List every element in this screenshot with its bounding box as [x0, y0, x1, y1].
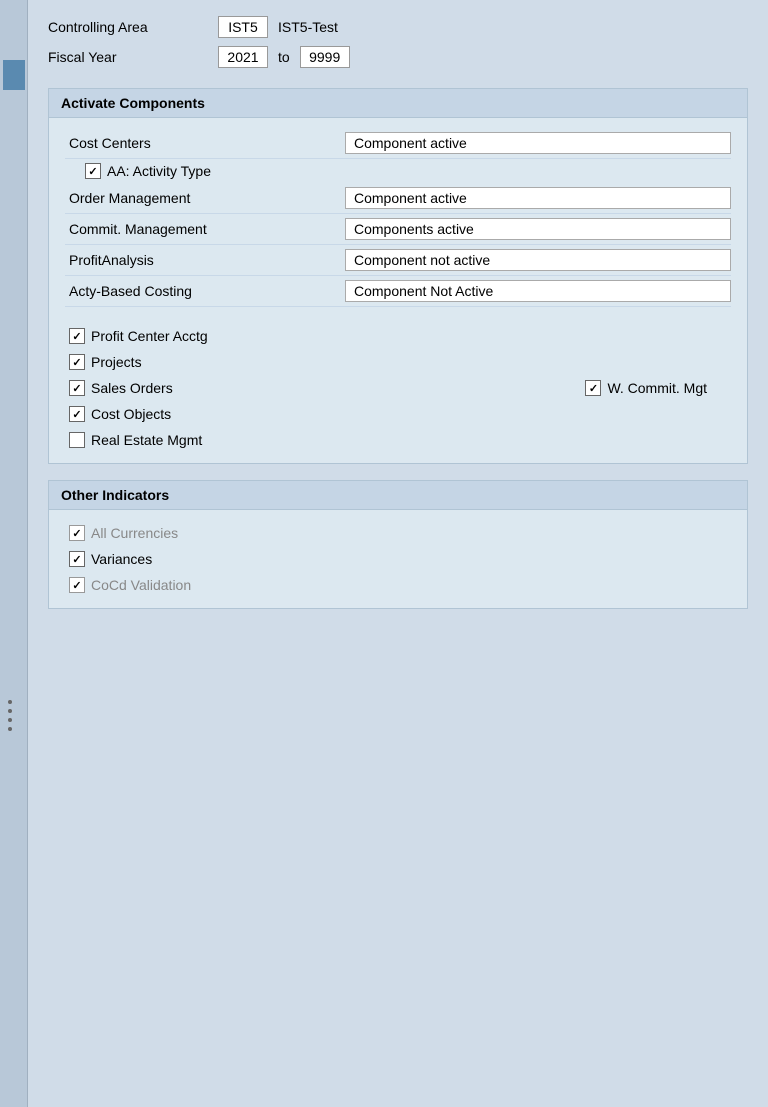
- dot-4: [8, 727, 12, 731]
- fiscal-year-from[interactable]: 2021: [218, 46, 268, 68]
- activate-components-section: Activate Components Cost Centers Compone…: [48, 88, 748, 464]
- projects-label: Projects: [91, 354, 142, 370]
- header-fields: Controlling Area IST5 IST5-Test Fiscal Y…: [48, 16, 748, 68]
- cocd-validation-checkbox[interactable]: [69, 577, 85, 593]
- aa-activity-row: AA: Activity Type: [65, 159, 731, 183]
- controlling-area-row: Controlling Area IST5 IST5-Test: [48, 16, 748, 38]
- checkboxes-area: Profit Center Acctg Projects Sales Order…: [65, 323, 731, 453]
- acty-based-costing-label: Acty-Based Costing: [65, 283, 345, 299]
- controlling-area-name: IST5-Test: [278, 19, 338, 35]
- cost-objects-label: Cost Objects: [91, 406, 171, 422]
- all-currencies-checkbox[interactable]: [69, 525, 85, 541]
- left-checkboxes: Profit Center Acctg Projects Sales Order…: [65, 323, 731, 453]
- cost-centers-status: Component active: [345, 132, 731, 154]
- real-estate-row: Real Estate Mgmt: [65, 427, 731, 453]
- all-currencies-label: All Currencies: [91, 525, 178, 541]
- w-commit-mgt-wrapper: W. Commit. Mgt: [585, 380, 727, 396]
- activate-components-header: Activate Components: [49, 89, 747, 118]
- profit-analysis-label: ProfitAnalysis: [65, 252, 345, 268]
- commit-management-label: Commit. Management: [65, 221, 345, 237]
- controlling-area-code[interactable]: IST5: [218, 16, 268, 38]
- fiscal-year-to-label: to: [278, 49, 290, 65]
- sales-orders-label: Sales Orders: [91, 380, 173, 396]
- sales-orders-row: Sales Orders W. Commit. Mgt: [65, 375, 731, 401]
- variances-label: Variances: [91, 551, 152, 567]
- profit-center-label: Profit Center Acctg: [91, 328, 208, 344]
- dot-3: [8, 718, 12, 722]
- aa-activity-label: AA: Activity Type: [107, 163, 211, 179]
- variances-row: Variances: [65, 546, 731, 572]
- main-content: Controlling Area IST5 IST5-Test Fiscal Y…: [28, 0, 768, 641]
- real-estate-checkbox[interactable]: [69, 432, 85, 448]
- controlling-area-label: Controlling Area: [48, 19, 208, 35]
- cocd-validation-label: CoCd Validation: [91, 577, 191, 593]
- acty-based-costing-status: Component Not Active: [345, 280, 731, 302]
- other-indicators-body: All Currencies Variances CoCd Validation: [49, 510, 747, 608]
- variances-checkbox[interactable]: [69, 551, 85, 567]
- real-estate-label: Real Estate Mgmt: [91, 432, 202, 448]
- cost-objects-checkbox[interactable]: [69, 406, 85, 422]
- w-commit-mgt-label: W. Commit. Mgt: [607, 380, 707, 396]
- order-management-label: Order Management: [65, 190, 345, 206]
- commit-management-row: Commit. Management Components active: [65, 214, 731, 245]
- sales-orders-checkbox[interactable]: [69, 380, 85, 396]
- order-management-row: Order Management Component active: [65, 183, 731, 214]
- page-container: Controlling Area IST5 IST5-Test Fiscal Y…: [0, 0, 768, 641]
- cocd-validation-row: CoCd Validation: [65, 572, 731, 598]
- cost-objects-row: Cost Objects: [65, 401, 731, 427]
- other-indicators-header: Other Indicators: [49, 481, 747, 510]
- commit-management-status: Components active: [345, 218, 731, 240]
- dot-2: [8, 709, 12, 713]
- profit-center-checkbox[interactable]: [69, 328, 85, 344]
- profit-center-row: Profit Center Acctg: [65, 323, 731, 349]
- fiscal-year-label: Fiscal Year: [48, 49, 208, 65]
- projects-row: Projects: [65, 349, 731, 375]
- aa-activity-checkbox[interactable]: [85, 163, 101, 179]
- sidebar-dots: [8, 700, 12, 731]
- fiscal-year-row: Fiscal Year 2021 to 9999: [48, 46, 748, 68]
- profit-analysis-status: Component not active: [345, 249, 731, 271]
- order-management-status: Component active: [345, 187, 731, 209]
- dot-1: [8, 700, 12, 704]
- profit-analysis-row: ProfitAnalysis Component not active: [65, 245, 731, 276]
- w-commit-mgt-checkbox[interactable]: [585, 380, 601, 396]
- projects-checkbox[interactable]: [69, 354, 85, 370]
- left-sidebar: [0, 0, 28, 1107]
- sidebar-marker: [3, 60, 25, 90]
- fiscal-year-to[interactable]: 9999: [300, 46, 350, 68]
- cost-centers-row: Cost Centers Component active: [65, 128, 731, 159]
- all-currencies-row: All Currencies: [65, 520, 731, 546]
- other-indicators-section: Other Indicators All Currencies Variance…: [48, 480, 748, 609]
- cost-centers-label: Cost Centers: [65, 135, 345, 151]
- activate-components-body: Cost Centers Component active AA: Activi…: [49, 118, 747, 463]
- acty-based-costing-row: Acty-Based Costing Component Not Active: [65, 276, 731, 307]
